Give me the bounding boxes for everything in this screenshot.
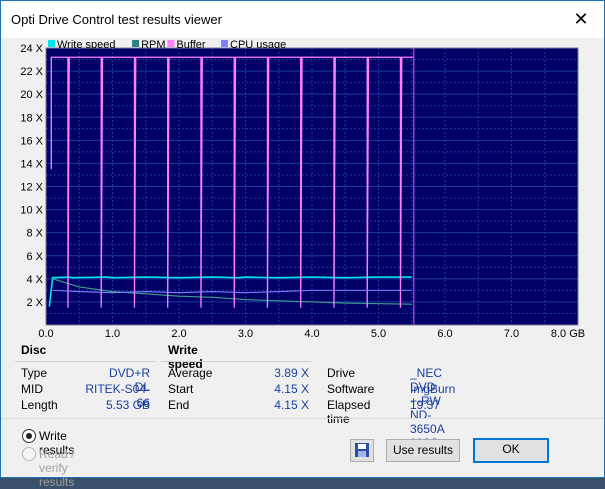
y-tick-label: 22 X [20,66,43,78]
software-label: Software [327,382,375,396]
legend-swatch [132,40,140,47]
x-tick-label: 0.0 [38,328,53,340]
window-title: Opti Drive Control test results viewer [11,12,222,27]
elapsed-value: 19:37 [410,398,441,412]
length-label: Length [21,398,58,412]
results-viewer-window: Opti Drive Control test results viewer ✕… [0,0,605,489]
y-tick-label: 20 X [20,89,43,101]
x-tick-label: 7.0 [504,328,519,340]
write-speed-divider [161,361,311,362]
legend-swatch [221,40,228,47]
x-tick-label: 2.0 [171,328,186,340]
drive-label: Drive [327,366,356,380]
end-value: 4.15 X [274,398,309,412]
mid-label: MID [21,382,43,396]
y-tick-label: 2 X [26,297,43,309]
y-tick-label: 6 X [26,251,43,263]
legend-label: RPM [141,39,165,51]
y-tick-label: 8 X [26,228,43,240]
start-value: 4.15 X [274,382,309,396]
write-speed-chart: 2 X 4 X 6 X 8 X 10 X 12 X 14 X 16 X 18 X 20 X 22 X… [20,39,585,340]
read-verify-radio [22,447,36,461]
y-tick-label: 18 X [20,112,43,124]
radio-selected-dot [26,433,32,439]
software-value: ImgBurn [410,382,456,396]
average-label: Average [168,366,213,380]
y-tick-label: 10 X [20,205,43,217]
use-results-button[interactable]: Use results [386,439,460,462]
x-tick-label: 4.0 [304,328,319,340]
legend-label: CPU usage [230,39,286,51]
y-tick-label: 16 X [20,135,43,147]
chart-area: 2 X 4 X 6 X 8 X 10 X 12 X 14 X 16 X 18 X 20 X 22 X… [1,38,604,340]
x-tick-label: 5.0 [371,328,386,340]
y-tick-label: 4 X [26,274,43,286]
section-separator [1,418,604,419]
disc-divider [15,361,155,362]
floppy-disk-icon [355,443,369,457]
y-tick-label: 14 X [20,158,43,170]
y-tick-label: 24 X [20,43,43,55]
legend-label: Buffer [176,39,205,51]
start-label: Start [168,382,194,396]
title-bar: Opti Drive Control test results viewer ✕ [1,1,604,38]
x-tick-label: 3.0 [238,328,253,340]
legend-swatch [48,40,55,47]
length-value: 5.53 GB [105,398,150,412]
x-tick-label: 1.0 [105,328,120,340]
ok-button[interactable]: OK [473,438,549,463]
read-verify-label: Read / verify results [39,447,75,489]
save-button[interactable] [350,439,374,462]
close-icon[interactable]: ✕ [558,1,604,38]
x-tick-label: 8.0 GB [551,328,585,340]
legend-swatch [167,40,175,47]
legend-label: Write speed [57,39,116,51]
disc-header: Disc [21,343,47,357]
elapsed-label: Elapsed time [327,398,371,426]
type-label: Type [21,366,48,380]
write-results-radio[interactable] [22,429,36,443]
x-tick-label: 6.0 [437,328,452,340]
end-label: End [168,398,190,412]
y-tick-label: 12 X [20,182,43,194]
average-value: 3.89 X [274,366,309,380]
